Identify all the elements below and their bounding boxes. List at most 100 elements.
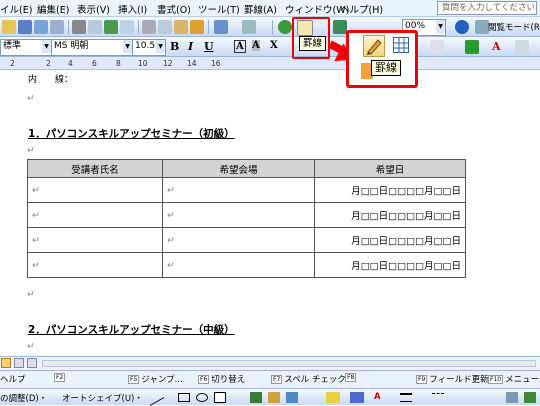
document-area[interactable]: 内 線： ↵ 1．パソコンスキルアップセミナー（初級） ↵ 受講者氏名 希望会場…	[0, 70, 540, 356]
spelling-icon[interactable]	[104, 20, 118, 34]
date-cell[interactable]: 月□□日□□□□月□□日	[314, 202, 466, 228]
paste-icon[interactable]	[174, 20, 188, 34]
font-color-icon[interactable]: A	[492, 40, 501, 53]
borders-button-zoom[interactable]	[363, 35, 385, 57]
diagram-icon[interactable]	[250, 392, 262, 403]
underline-icon[interactable]: U	[204, 40, 214, 53]
draw-adjust-menu[interactable]: の調整(D)・	[0, 392, 47, 404]
oval-icon[interactable]	[196, 393, 208, 402]
standard-toolbar: 00% ▼ 閲覧モード(R)	[0, 17, 540, 37]
table-cell[interactable]: ↵	[162, 202, 315, 228]
table-cell[interactable]: ↵	[27, 177, 163, 203]
fkey-f8[interactable]: F8	[345, 373, 358, 383]
picture-icon[interactable]	[286, 392, 298, 403]
autoshape-menu[interactable]: オートシェイプ(U)・	[62, 392, 143, 404]
fkey-field-update[interactable]: F9 フィールド更新	[416, 373, 489, 385]
table-row[interactable]: ↵ ↵ 月□□日□□□□月□□日	[27, 252, 466, 278]
research-icon[interactable]	[120, 20, 134, 34]
open-icon[interactable]	[2, 20, 16, 34]
normal-view-icon[interactable]	[1, 358, 11, 368]
cut-icon[interactable]	[142, 20, 156, 34]
char-border-icon[interactable]: A	[234, 40, 246, 53]
indent-icon[interactable]	[430, 40, 444, 54]
fkey-menubar[interactable]: F10メニューバー	[488, 373, 540, 385]
format-painter-icon[interactable]	[190, 20, 204, 34]
table-cell[interactable]: ↵	[162, 177, 315, 203]
char-shading-icon[interactable]: A	[252, 40, 260, 51]
menu-insert[interactable]: 挿入(I)	[118, 2, 147, 16]
bold-icon[interactable]: B	[170, 40, 179, 53]
fkey-f2[interactable]: F2	[54, 373, 67, 383]
save-icon[interactable]	[18, 20, 32, 34]
font-select[interactable]: MS 明朝 ▼	[51, 39, 133, 56]
italic-icon[interactable]: I	[188, 40, 193, 53]
font-color-draw-icon[interactable]: A	[374, 392, 381, 402]
table-cell[interactable]: ↵	[27, 252, 163, 278]
extension-line: 内 線：	[28, 75, 74, 85]
reading-mode-icon[interactable]	[475, 20, 489, 34]
date-cell[interactable]: 月□□日□□□□月□□日	[314, 177, 466, 203]
print-preview-icon[interactable]	[88, 20, 102, 34]
table-cell[interactable]: ↵	[27, 202, 163, 228]
highlight-icon[interactable]	[465, 40, 479, 54]
font-size-select[interactable]: 10.5 ▼	[132, 39, 166, 56]
permission-icon[interactable]	[34, 20, 48, 34]
table-row[interactable]: ↵ ↵ 月□□日□□□□月□□日	[27, 227, 466, 253]
copy-icon[interactable]	[158, 20, 172, 34]
menu-format[interactable]: 書式(O)	[157, 2, 191, 16]
ruler-tick: 12	[163, 59, 173, 68]
schedule-table[interactable]: 受講者氏名 希望会場 希望日 ↵ ↵ 月□□日□□□□月□□日 ↵ ↵ 月□□日…	[27, 159, 466, 278]
more-buttons-icon[interactable]	[515, 40, 529, 54]
hyperlink-icon[interactable]	[278, 20, 292, 34]
fkey-help[interactable]: ヘルプ	[0, 373, 26, 385]
3d-icon[interactable]	[524, 392, 536, 403]
shadow-icon[interactable]	[506, 392, 518, 403]
table-cell[interactable]: ↵	[27, 227, 163, 253]
line-style-icon[interactable]	[400, 393, 412, 402]
fill-color-icon[interactable]	[326, 392, 340, 403]
web-view-icon[interactable]	[14, 358, 24, 368]
menu-table[interactable]: 罫線(A)	[244, 2, 277, 16]
table-cell[interactable]: ↵	[162, 252, 315, 278]
excel-icon[interactable]	[333, 20, 347, 34]
char-scale-icon[interactable]: X	[270, 40, 278, 51]
rectangle-icon[interactable]	[178, 393, 190, 402]
menu-help[interactable]: ヘルプ(H)	[340, 2, 383, 16]
print-view-icon[interactable]	[27, 358, 37, 368]
horizontal-scrollbar[interactable]	[42, 360, 536, 367]
date-cell[interactable]: 月□□日□□□□月□□日	[314, 252, 466, 278]
reading-mode-button[interactable]: 閲覧モード(R)	[488, 21, 540, 33]
section-heading-1: 1．パソコンスキルアップセミナー（初級）	[28, 128, 235, 140]
ruler-tick: 10	[138, 59, 148, 68]
style-select[interactable]: 標準 ▼	[0, 39, 52, 56]
undo-icon[interactable]	[214, 20, 228, 34]
table-row[interactable]: ↵ ↵ 月□□日□□□□月□□日	[27, 202, 466, 228]
paragraph-mark: ↵	[27, 94, 35, 104]
drawing-toolbar: の調整(D)・ オートシェイプ(U)・ A	[0, 387, 540, 406]
help-search-input[interactable]: 質問を入力してください	[437, 1, 537, 15]
print-icon[interactable]	[72, 20, 86, 34]
menu-edit[interactable]: 編集(E)	[37, 2, 69, 16]
table-row[interactable]: ↵ ↵ 月□□日□□□□月□□日	[27, 177, 466, 203]
fkey-jump[interactable]: F5 ジャンプ...	[128, 373, 183, 385]
redo-icon[interactable]	[242, 20, 256, 34]
menu-file[interactable]: イル(E)	[0, 2, 32, 16]
fkey-switch[interactable]: F6 切り替え	[198, 373, 245, 385]
line-color-icon[interactable]	[350, 392, 364, 403]
table-cell[interactable]: ↵	[162, 227, 315, 253]
ruler-tick: 8	[116, 59, 121, 68]
date-cell[interactable]: 月□□日□□□□月□□日	[314, 227, 466, 253]
line-icon[interactable]	[150, 387, 164, 406]
mail-icon[interactable]	[50, 20, 64, 34]
fkey-spelling[interactable]: F7 スペル チェック...	[271, 373, 354, 385]
menu-view[interactable]: 表示(V)	[77, 2, 110, 16]
table-grid-icon[interactable]	[393, 37, 409, 53]
paragraph-mark: ↵	[27, 290, 35, 300]
help-icon[interactable]	[455, 20, 469, 34]
header-name: 受講者氏名	[27, 159, 163, 178]
dash-style-icon[interactable]	[432, 393, 444, 402]
menu-tools[interactable]: ツール(T)	[198, 2, 240, 16]
ruler-tick: 14	[187, 59, 197, 68]
textbox-icon[interactable]	[214, 392, 226, 403]
clipart-icon[interactable]	[268, 392, 280, 403]
